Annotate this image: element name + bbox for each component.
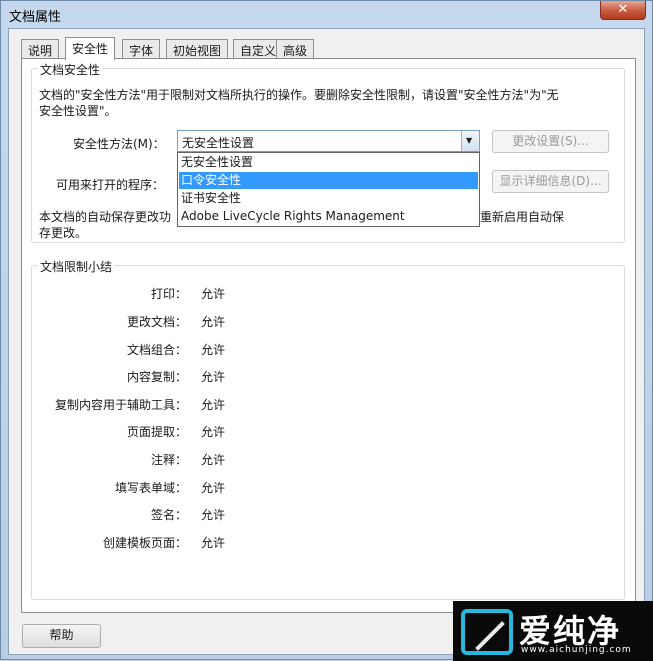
tab-description[interactable]: 说明 [21, 39, 60, 58]
autosave-note-line1: 本文档的自动保存更改功 [39, 210, 172, 224]
tab-security[interactable]: 安全性 [65, 37, 116, 60]
autosave-note-line1-right: 重新启用自动保 [480, 210, 565, 224]
restriction-value: 允许 [201, 536, 226, 550]
tab-initial-view[interactable]: 初始视图 [166, 39, 229, 58]
open-with-label: 可用来打开的程序： [56, 178, 165, 192]
security-method-combobox[interactable]: 无安全性设置 ▼ [177, 130, 480, 152]
restriction-value: 允许 [201, 425, 226, 439]
restriction-value: 允许 [201, 481, 226, 495]
dropdown-option-certificate-security[interactable]: 证书安全性 [179, 190, 478, 207]
restriction-value: 允许 [201, 398, 226, 412]
show-details-button[interactable]: 显示详细信息(D)... [492, 170, 609, 193]
restriction-label: 更改文档： [126, 315, 187, 329]
restriction-label: 页面提取： [126, 425, 187, 439]
combobox-dropdown-arrow[interactable]: ▼ [461, 131, 479, 151]
document-security-group-title: 文档安全性 [38, 61, 103, 78]
logo-icon [461, 609, 513, 655]
restriction-value: 允许 [201, 508, 226, 522]
restriction-value: 允许 [201, 370, 226, 384]
restriction-label: 内容复制： [126, 370, 187, 384]
restriction-label: 文档组合： [126, 343, 187, 357]
autosave-note-line2: 存更改。 [39, 226, 88, 240]
watermark-logo: 爱纯净 www.aichunjing.com [453, 601, 653, 661]
restriction-label: 复制内容用于辅助工具： [54, 398, 187, 412]
change-settings-button[interactable]: 更改设置(S)... [492, 130, 609, 153]
watermark-url: www.aichunjing.com [521, 645, 632, 655]
dropdown-option-password-security[interactable]: 口令安全性 [179, 172, 478, 189]
help-button[interactable]: 帮助 [22, 624, 101, 648]
document-restrictions-group-title: 文档限制小结 [38, 258, 115, 275]
security-description: 文档的"安全性方法"用于限制对文档所执行的操作。要删除安全性限制，请设置"安全性… [39, 87, 599, 119]
restriction-label: 创建模板页面： [102, 536, 187, 550]
tab-advanced[interactable]: 高级 [276, 39, 315, 58]
security-method-label: 安全性方法(M)： [73, 137, 165, 151]
restriction-label: 填写表单域： [114, 481, 187, 495]
chevron-down-icon: ▼ [466, 136, 473, 145]
document-properties-window: 文档属性 ✕ 说明 安全性 字体 初始视图 自定义 高级 文档安全性 文档的"安… [0, 0, 653, 661]
restriction-value: 允许 [201, 453, 226, 467]
window-title: 文档属性 [9, 10, 62, 25]
security-method-value: 无安全性设置 [182, 136, 255, 150]
dropdown-option-livecycle[interactable]: Adobe LiveCycle Rights Management [179, 208, 478, 225]
restriction-label: 注释： [150, 453, 187, 467]
restriction-value: 允许 [201, 287, 226, 301]
dropdown-option-no-security[interactable]: 无安全性设置 [179, 154, 478, 171]
restriction-value: 允许 [201, 315, 226, 329]
restriction-label: 打印： [150, 287, 187, 301]
close-icon: ✕ [617, 2, 629, 17]
security-description-line1: 文档的"安全性方法"用于限制对文档所执行的操作。要删除安全性限制，请设置"安全性… [39, 88, 559, 102]
restriction-value: 允许 [201, 343, 226, 357]
security-method-dropdown-list: 无安全性设置 口令安全性 证书安全性 Adobe LiveCycle Right… [177, 152, 480, 227]
close-button[interactable]: ✕ [600, 1, 646, 20]
security-description-line2: 安全性设置"。 [39, 104, 117, 118]
restriction-label: 签名： [150, 508, 187, 522]
tab-fonts[interactable]: 字体 [122, 39, 161, 58]
title-bar[interactable]: 文档属性 ✕ [1, 1, 652, 27]
